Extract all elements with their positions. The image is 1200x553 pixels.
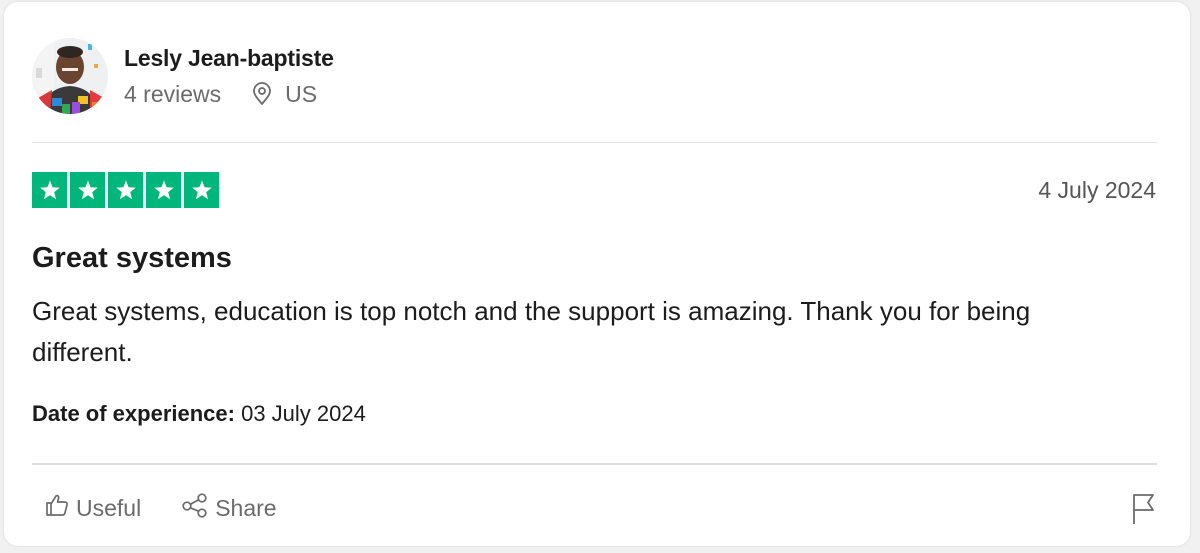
star-icon: [32, 172, 67, 208]
reviewer-header: Lesly Jean-baptiste 4 reviews US: [32, 38, 334, 114]
review-date: 4 July 2024: [1038, 177, 1156, 203]
reviewer-location: US: [285, 81, 318, 107]
review-actions: Useful Share: [44, 492, 317, 524]
experience-date: 03 July 2024: [241, 401, 366, 426]
star-rating: [32, 172, 219, 208]
flag-icon[interactable]: [1130, 492, 1158, 526]
experience-label: Date of experience:: [32, 401, 235, 426]
star-icon: [70, 172, 105, 208]
reviewer-info: Lesly Jean-baptiste 4 reviews US: [124, 43, 334, 109]
reviewer-name[interactable]: Lesly Jean-baptiste: [124, 43, 334, 73]
footer-divider: [32, 463, 1157, 465]
star-icon: [146, 172, 181, 208]
review-body: Great systems, education is top notch an…: [32, 296, 1031, 367]
share-icon: [181, 492, 215, 524]
star-icon: [184, 172, 219, 208]
share-label: Share: [215, 494, 277, 521]
review-card: Lesly Jean-baptiste 4 reviews US 4 July …: [4, 2, 1190, 546]
header-divider: [32, 142, 1157, 143]
star-icon: [108, 172, 143, 208]
share-button[interactable]: Share: [181, 492, 277, 524]
review-count: 4 reviews: [124, 81, 222, 107]
review-title[interactable]: Great systems: [32, 239, 232, 277]
avatar[interactable]: [32, 38, 108, 114]
date-of-experience: Date of experience: 03 July 2024: [32, 399, 366, 429]
reviewer-meta: 4 reviews US: [124, 79, 334, 109]
avatar-image: [32, 38, 108, 114]
useful-label: Useful: [76, 494, 142, 521]
location-pin-icon: [251, 82, 273, 106]
useful-button[interactable]: Useful: [44, 492, 141, 524]
thumbs-up-icon: [44, 492, 76, 524]
